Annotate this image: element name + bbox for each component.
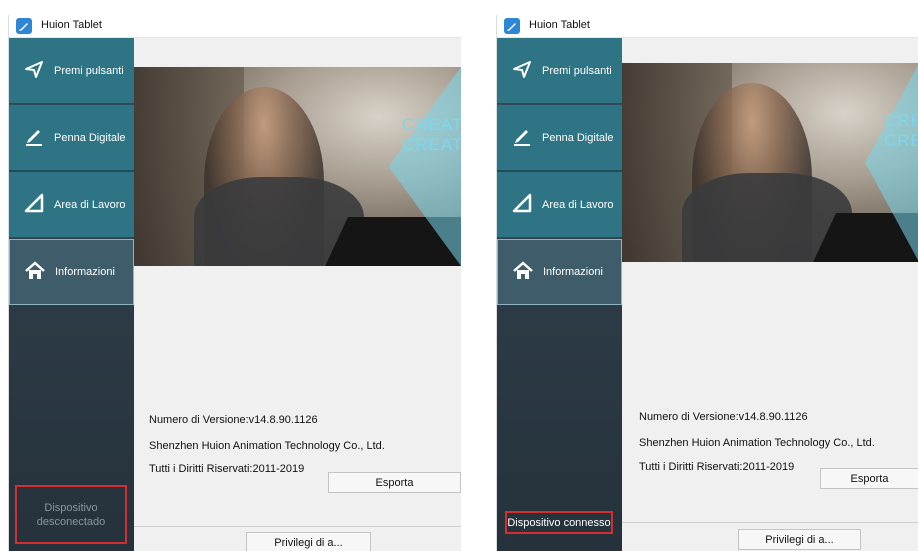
huion-window-connected: Huion Tablet Premi pulsanti Penna Digita…	[496, 15, 918, 551]
company-text: Shenzhen Huion Animation Technology Co.,…	[149, 440, 385, 452]
nav-label: Penna Digitale	[54, 131, 126, 144]
banner-text: CREAT	[402, 115, 461, 134]
send-icon	[511, 58, 533, 83]
divider	[134, 526, 461, 527]
nav-label: Premi pulsanti	[54, 64, 124, 77]
nav-area-di-lavoro[interactable]: Area di Lavoro	[9, 172, 134, 238]
nav-penna-digitale[interactable]: Penna Digitale	[497, 105, 622, 171]
huion-window-disconnected: Huion Tablet Premi pulsanti Penna Digita…	[8, 15, 461, 551]
title-bar: Huion Tablet	[9, 15, 461, 38]
banner-text: CREAT	[402, 135, 461, 154]
huion-app-icon	[504, 18, 520, 34]
triangle-icon	[511, 192, 533, 217]
rights-text: Tutti i Diritti Riservati:2011-2019	[639, 461, 795, 473]
home-icon	[512, 260, 534, 285]
version-text: Numero di Versione:v14.8.90.1126	[149, 414, 318, 426]
banner-image: CREAT CREAT	[134, 67, 461, 266]
nav-informazioni[interactable]: Informazioni	[9, 239, 134, 305]
device-status: Dispositivo connesso	[507, 516, 611, 529]
sidebar: Premi pulsanti Penna Digitale Area di La…	[9, 38, 134, 551]
window-title: Huion Tablet	[41, 19, 102, 31]
device-status-box: Dispositivo desconectado	[15, 485, 127, 544]
nav-premi-pulsanti[interactable]: Premi pulsanti	[497, 38, 622, 104]
triangle-icon	[23, 192, 45, 217]
huion-app-icon	[16, 18, 32, 34]
banner-image: CRE CRE	[622, 63, 918, 262]
nav-label: Informazioni	[55, 266, 115, 278]
send-icon	[23, 58, 45, 83]
device-status-box: Dispositivo connesso	[505, 511, 613, 534]
pen-icon	[511, 125, 533, 150]
company-text: Shenzhen Huion Animation Technology Co.,…	[639, 437, 875, 449]
export-button[interactable]: Esporta	[820, 468, 918, 489]
nav-informazioni[interactable]: Informazioni	[497, 239, 622, 305]
window-title: Huion Tablet	[529, 19, 590, 31]
device-status: Dispositivo desconectado	[36, 501, 106, 528]
home-icon	[24, 260, 46, 285]
nav-premi-pulsanti[interactable]: Premi pulsanti	[9, 38, 134, 104]
privileges-button[interactable]: Privilegi di a...	[246, 532, 371, 551]
nav-label: Area di Lavoro	[54, 198, 126, 211]
nav-label: Penna Digitale	[542, 131, 614, 144]
nav-area-di-lavoro[interactable]: Area di Lavoro	[497, 172, 622, 238]
version-text: Numero di Versione:v14.8.90.1126	[639, 411, 808, 423]
divider	[622, 522, 918, 523]
banner-text: CRE	[884, 131, 918, 150]
title-bar: Huion Tablet	[497, 15, 918, 38]
nav-penna-digitale[interactable]: Penna Digitale	[9, 105, 134, 171]
pen-icon	[23, 125, 45, 150]
export-button[interactable]: Esporta	[328, 472, 461, 493]
nav-label: Area di Lavoro	[542, 198, 614, 211]
privileges-button[interactable]: Privilegi di a...	[738, 529, 861, 550]
sidebar: Premi pulsanti Penna Digitale Area di La…	[497, 38, 622, 551]
nav-label: Informazioni	[543, 266, 603, 278]
nav-label: Premi pulsanti	[542, 64, 612, 77]
rights-text: Tutti i Diritti Riservati:2011-2019	[149, 463, 305, 475]
banner-text: CRE	[884, 111, 918, 130]
